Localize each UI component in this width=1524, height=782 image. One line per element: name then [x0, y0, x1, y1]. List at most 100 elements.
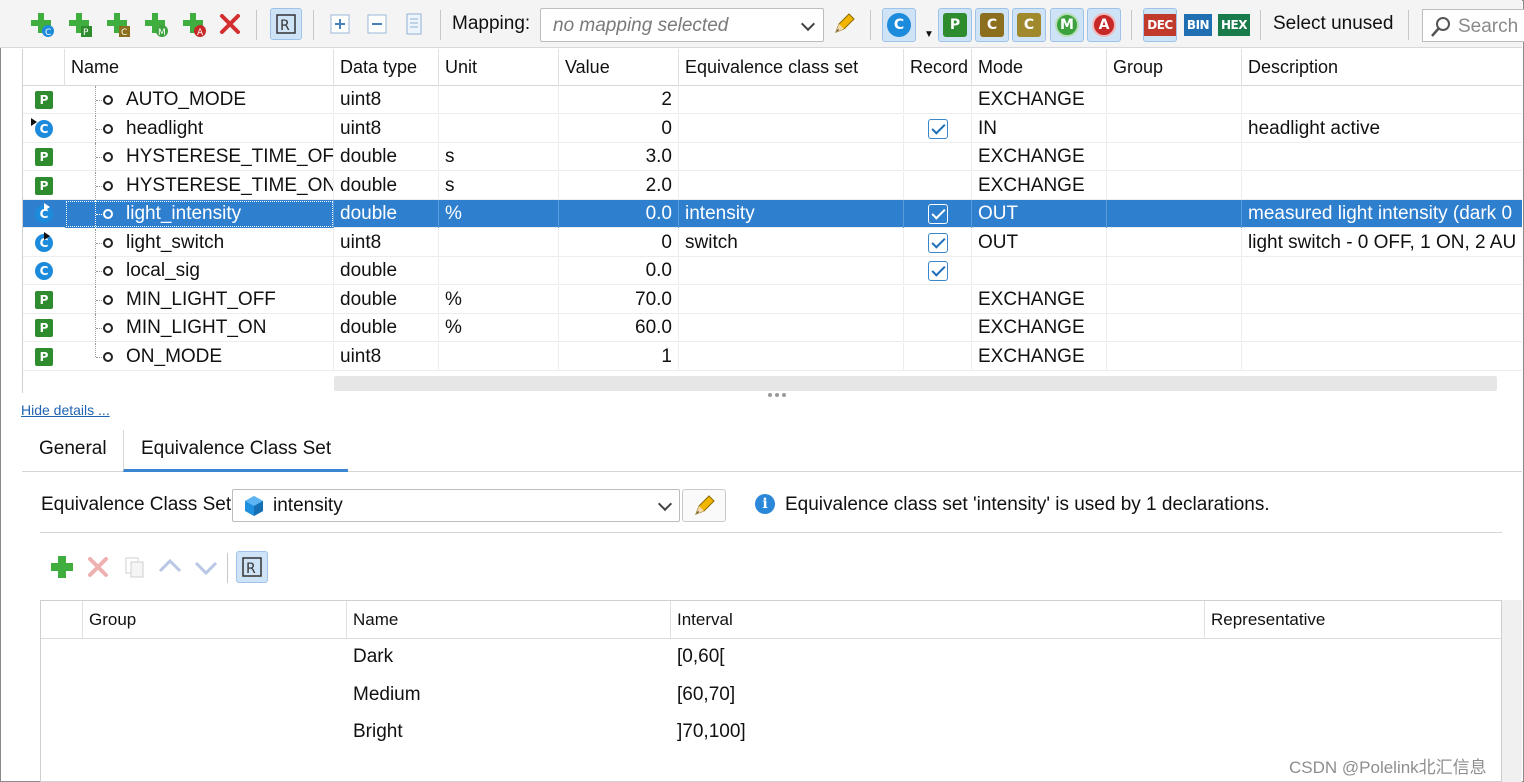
value-cell[interactable]: 3.0 — [559, 143, 679, 171]
table-row[interactable]: P HYSTERESE_TIME_ON double s 2.0 EXCHANGE — [23, 171, 1522, 200]
tab-general[interactable]: General — [22, 430, 124, 472]
data-type-cell[interactable]: uint8 — [334, 86, 439, 114]
header-interval[interactable]: Interval — [671, 601, 1205, 639]
tab-equivalence-class-set[interactable]: Equivalence Class Set — [123, 430, 349, 472]
mode-cell[interactable]: IN — [972, 114, 1107, 143]
data-type-cell[interactable]: uint8 — [334, 114, 439, 143]
mode-cell[interactable]: EXCHANGE — [972, 143, 1107, 171]
class-interval[interactable]: [60,70] — [671, 677, 1205, 713]
table-row[interactable]: Clight_switch uint8 0 switch OUT light switch… — [23, 228, 1522, 257]
horizontal-scrollbar[interactable] — [334, 376, 1497, 391]
data-type-cell[interactable]: double — [334, 200, 439, 228]
record-checkbox[interactable] — [928, 232, 948, 253]
ecs-cell[interactable]: switch — [679, 228, 904, 257]
description-cell[interactable] — [1242, 286, 1522, 314]
unit-cell[interactable]: % — [439, 200, 559, 228]
class-group[interactable] — [83, 714, 347, 728]
ecs-cell[interactable]: intensity — [679, 200, 904, 228]
description-cell[interactable]: headlight active — [1242, 115, 1522, 143]
delete-class-icon[interactable] — [84, 553, 112, 581]
value-cell[interactable]: 1 — [559, 342, 679, 371]
class-row[interactable]: Medium [60,70] — [41, 677, 1501, 714]
table-row[interactable]: Clight_intensity double% 0.0 intensity OUT me… — [23, 200, 1522, 228]
group-cell[interactable] — [1107, 257, 1242, 285]
add-curve-icon[interactable]: C — [104, 10, 132, 38]
collapse-all-icon[interactable] — [363, 10, 391, 38]
splitter-handle[interactable] — [768, 393, 790, 399]
edit-ecs-button[interactable] — [682, 489, 726, 522]
group-cell[interactable] — [1107, 143, 1242, 171]
value-cell[interactable]: 2.0 — [559, 171, 679, 200]
record-checkbox[interactable] — [928, 118, 948, 139]
filter-calibration-button[interactable]: C — [882, 8, 916, 42]
group-cell[interactable] — [1107, 171, 1242, 200]
move-up-icon[interactable] — [156, 553, 184, 581]
name-cell[interactable]: headlight — [65, 114, 334, 143]
record-cell[interactable] — [904, 143, 972, 171]
class-representative[interactable] — [1205, 714, 1501, 728]
delete-icon[interactable] — [216, 10, 244, 38]
group-cell[interactable] — [1107, 314, 1242, 342]
record-cell[interactable] — [904, 200, 972, 228]
name-cell[interactable]: MIN_LIGHT_ON — [65, 314, 334, 342]
record-cell[interactable] — [904, 257, 972, 285]
value-cell[interactable]: 2 — [559, 86, 679, 114]
header-name[interactable]: Name — [65, 49, 334, 86]
unit-cell[interactable] — [439, 86, 559, 114]
value-cell[interactable]: 0.0 — [559, 257, 679, 285]
header-unit[interactable]: Unit — [439, 49, 559, 86]
header-data-type[interactable]: Data type — [334, 49, 439, 86]
unit-cell[interactable] — [439, 114, 559, 143]
group-cell[interactable] — [1107, 285, 1242, 314]
ecs-cell[interactable] — [679, 314, 904, 342]
search-input[interactable]: Search — [1422, 9, 1524, 42]
edit-mapping-icon[interactable] — [830, 10, 858, 38]
header-value[interactable]: Value — [559, 49, 679, 86]
record-checkbox[interactable] — [928, 204, 948, 224]
expand-all-icon[interactable] — [326, 10, 354, 38]
group-cell[interactable] — [1107, 342, 1242, 371]
group-cell[interactable] — [1107, 228, 1242, 257]
header-mode[interactable]: Mode — [972, 49, 1107, 86]
data-type-cell[interactable]: double — [334, 171, 439, 200]
filter-curve-button[interactable]: C — [975, 8, 1009, 42]
format-bin-button[interactable]: BIN — [1181, 8, 1215, 42]
format-dec-button[interactable]: DEC — [1143, 8, 1177, 42]
name-cell[interactable]: light_switch — [65, 228, 334, 257]
record-cell[interactable] — [904, 314, 972, 342]
group-cell[interactable] — [1107, 114, 1242, 143]
record-cell[interactable] — [904, 342, 972, 371]
name-cell[interactable]: ON_MODE — [65, 342, 334, 371]
name-cell[interactable]: HYSTERESE_TIME_ON — [65, 171, 334, 200]
mode-cell[interactable]: EXCHANGE — [972, 342, 1107, 371]
mode-cell[interactable]: EXCHANGE — [972, 314, 1107, 342]
class-name[interactable]: Dark — [347, 639, 671, 675]
description-cell[interactable] — [1242, 172, 1522, 200]
ecs-cell[interactable] — [679, 342, 904, 371]
group-cell[interactable] — [1107, 86, 1242, 114]
class-representative[interactable] — [1205, 677, 1501, 691]
unit-cell[interactable] — [439, 257, 559, 285]
ecs-select[interactable]: intensity — [232, 489, 680, 522]
record-cell[interactable] — [904, 228, 972, 257]
mode-cell[interactable] — [972, 257, 1107, 285]
ecs-cell[interactable] — [679, 257, 904, 285]
filter-cs-button[interactable]: C — [1012, 8, 1046, 42]
table-row[interactable]: P ON_MODE uint8 1 EXCHANGE — [23, 342, 1522, 371]
filter-map-button[interactable]: M — [1050, 8, 1084, 42]
copy-class-icon[interactable] — [120, 553, 148, 581]
record-checkbox[interactable] — [928, 261, 948, 281]
dropdown-arrow-icon[interactable]: ▼ — [924, 29, 934, 40]
header-group[interactable]: Group — [1107, 49, 1242, 86]
unit-cell[interactable] — [439, 228, 559, 257]
description-cell[interactable] — [1242, 143, 1522, 171]
header-representative[interactable]: Representative — [1205, 601, 1501, 639]
name-cell[interactable]: light_intensity — [65, 200, 334, 228]
table-row[interactable]: Cheadlight uint8 0 IN headlight active — [23, 114, 1522, 143]
data-type-cell[interactable]: uint8 — [334, 228, 439, 257]
ecs-cell[interactable] — [679, 86, 904, 114]
table-row[interactable]: P AUTO_MODE uint8 2 EXCHANGE — [23, 86, 1522, 114]
vertical-scrollbar[interactable] — [1502, 600, 1522, 782]
description-cell[interactable] — [1242, 86, 1522, 114]
table-row[interactable]: P MIN_LIGHT_ON double% 60.0 EXCHANGE — [23, 314, 1522, 342]
